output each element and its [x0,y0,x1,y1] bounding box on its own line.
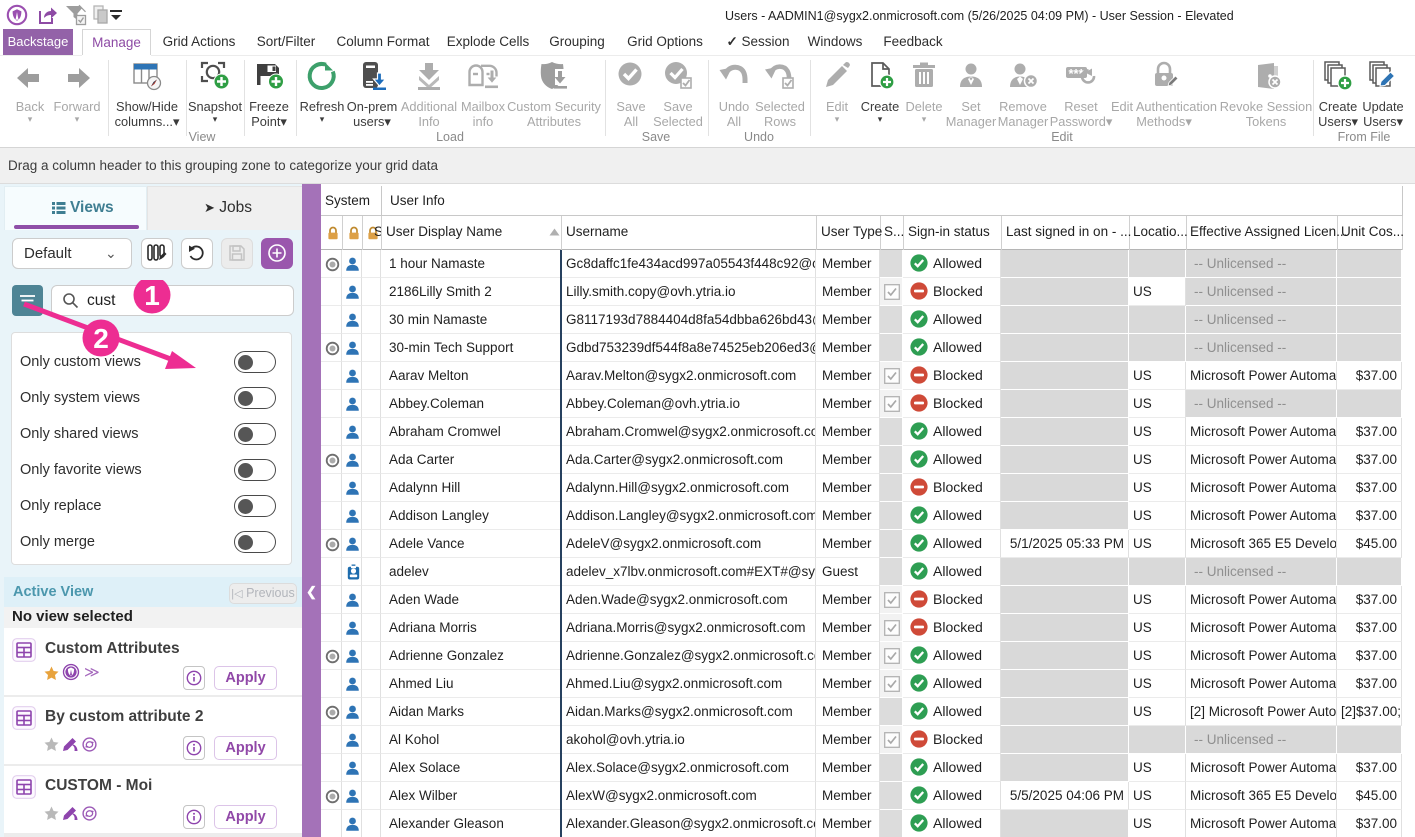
svg-text:2: 2 [93,323,109,354]
svg-text:1: 1 [144,280,160,311]
